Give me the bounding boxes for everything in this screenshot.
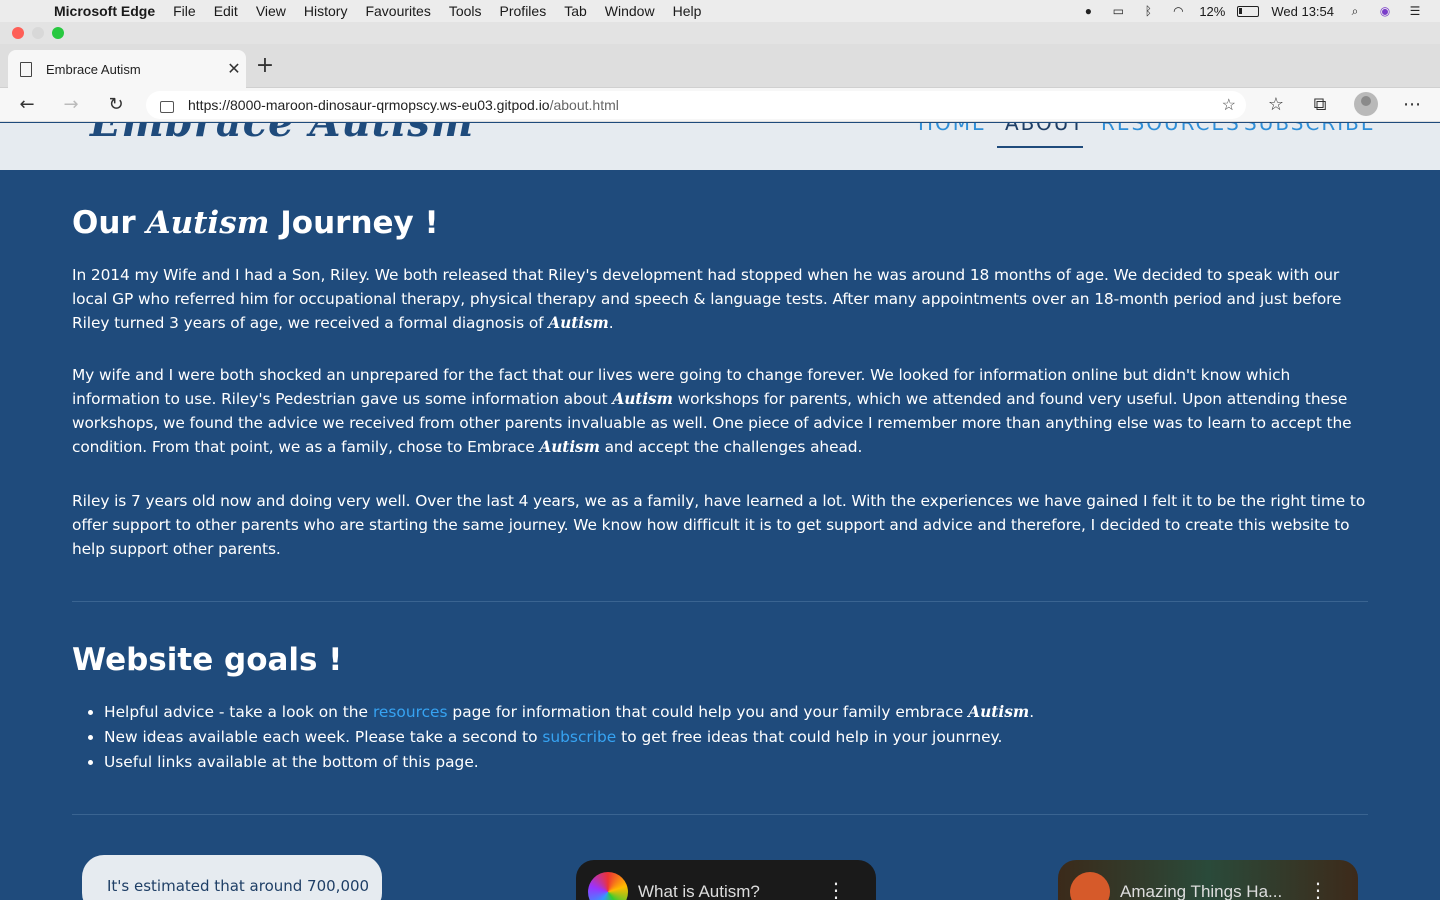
menu-view[interactable]: View	[247, 3, 295, 19]
notification-center-icon[interactable]: ☰	[1406, 4, 1424, 18]
url-path: /about.html	[549, 97, 619, 113]
fact-text: It's estimated that around 700,000	[107, 877, 370, 895]
address-bar[interactable]: https://8000-maroon-dinosaur-qrmopscy.ws…	[146, 91, 1246, 119]
close-window-button[interactable]	[12, 27, 24, 39]
nav-subscribe[interactable]: SUBSCRIBE	[1244, 123, 1376, 135]
refresh-icon[interactable]: ↻	[103, 92, 129, 118]
video-embed-amazing-things[interactable]: Amazing Things Ha... ⋮	[1058, 860, 1358, 900]
url-host: https://8000-maroon-dinosaur-qrmopscy.ws…	[188, 97, 550, 113]
back-icon[interactable]: ←	[14, 92, 40, 118]
tab-strip: Embrace Autism ✕ +	[0, 44, 1440, 88]
spotlight-search-icon[interactable]: ⌕	[1346, 4, 1364, 18]
section-divider	[72, 814, 1368, 815]
nav-active-underline	[997, 146, 1083, 148]
journey-paragraph-2: My wife and I were both shocked an unpre…	[72, 366, 1352, 456]
menu-tab[interactable]: Tab	[555, 3, 596, 19]
menu-tools[interactable]: Tools	[440, 3, 491, 19]
tab-embrace-autism[interactable]: Embrace Autism ✕	[8, 50, 246, 88]
window-titlebar	[0, 22, 1440, 44]
menu-profiles[interactable]: Profiles	[491, 3, 556, 19]
forward-icon[interactable]: →	[58, 92, 84, 118]
lock-icon[interactable]	[160, 101, 174, 113]
journey-title: Our Autism Journey !	[72, 205, 439, 241]
battery-icon[interactable]	[1237, 5, 1260, 17]
video-menu-icon[interactable]: ⋮	[826, 878, 846, 900]
nav-resources[interactable]: RESOURCES	[1101, 123, 1241, 135]
siri-icon[interactable]: ◉	[1376, 4, 1394, 18]
browser-toolbar: ← → ↻ https://8000-maroon-dinosaur-qrmop…	[0, 88, 1440, 122]
wifi-icon[interactable]: ◠	[1169, 4, 1187, 18]
menu-app-name[interactable]: Microsoft Edge	[44, 3, 164, 19]
macos-menu-bar: Microsoft Edge File Edit View History Fa…	[0, 0, 1440, 22]
resources-link[interactable]: resources	[373, 703, 448, 721]
goals-title: Website goals !	[72, 642, 343, 678]
menu-help[interactable]: Help	[664, 3, 711, 19]
channel-avatar	[588, 872, 628, 900]
add-favourite-icon[interactable]: ☆	[1222, 95, 1236, 115]
video-title: Amazing Things Ha...	[1120, 882, 1283, 900]
list-item: Useful links available at the bottom of …	[104, 750, 1034, 775]
nav-home[interactable]: HOME	[918, 123, 987, 135]
status-app-icon[interactable]: ●	[1079, 4, 1097, 18]
minimize-window-button[interactable]	[32, 27, 44, 39]
journey-paragraph-1: In 2014 my Wife and I had a Son, Riley. …	[72, 266, 1342, 332]
close-tab-icon[interactable]: ✕	[222, 59, 246, 79]
tab-title: Embrace Autism	[46, 61, 141, 77]
menu-window[interactable]: Window	[596, 3, 664, 19]
more-options-icon[interactable]: ⋯	[1399, 92, 1425, 118]
favourites-icon[interactable]: ☆	[1263, 92, 1289, 118]
menu-edit[interactable]: Edit	[205, 3, 247, 19]
site-header: Embrace Autism HOME ABOUT RESOURCES SUBS…	[0, 123, 1440, 170]
nav-about[interactable]: ABOUT	[1005, 123, 1085, 135]
goals-list: Helpful advice - take a look on the reso…	[104, 700, 1034, 775]
menu-history[interactable]: History	[295, 3, 357, 19]
video-menu-icon[interactable]: ⋮	[1308, 878, 1328, 900]
collections-icon[interactable]: ⧉	[1307, 92, 1333, 118]
menu-favourites[interactable]: Favourites	[356, 3, 439, 19]
new-tab-button[interactable]: +	[254, 55, 276, 78]
journey-paragraph-3: Riley is 7 years old now and doing very …	[72, 492, 1366, 558]
page-icon	[20, 61, 32, 77]
subscribe-link[interactable]: subscribe	[542, 728, 616, 746]
list-item: New ideas available each week. Please ta…	[104, 725, 1034, 750]
video-title: What is Autism?	[638, 882, 760, 900]
bluetooth-icon[interactable]: ᛒ	[1139, 4, 1157, 18]
video-embed-what-is-autism[interactable]: What is Autism? ⋮	[576, 860, 876, 900]
site-logo[interactable]: Embrace Autism	[90, 123, 474, 146]
zoom-window-button[interactable]	[52, 27, 64, 39]
channel-avatar	[1070, 872, 1110, 900]
list-item: Helpful advice - take a look on the reso…	[104, 700, 1034, 725]
airplay-icon[interactable]: ▭	[1109, 4, 1127, 18]
battery-percent: 12%	[1199, 3, 1226, 19]
clock[interactable]: Wed 13:54	[1271, 4, 1334, 19]
section-divider	[72, 601, 1368, 602]
fact-card: It's estimated that around 700,000	[82, 855, 382, 900]
menu-file[interactable]: File	[164, 3, 205, 19]
profile-avatar[interactable]	[1354, 92, 1378, 116]
